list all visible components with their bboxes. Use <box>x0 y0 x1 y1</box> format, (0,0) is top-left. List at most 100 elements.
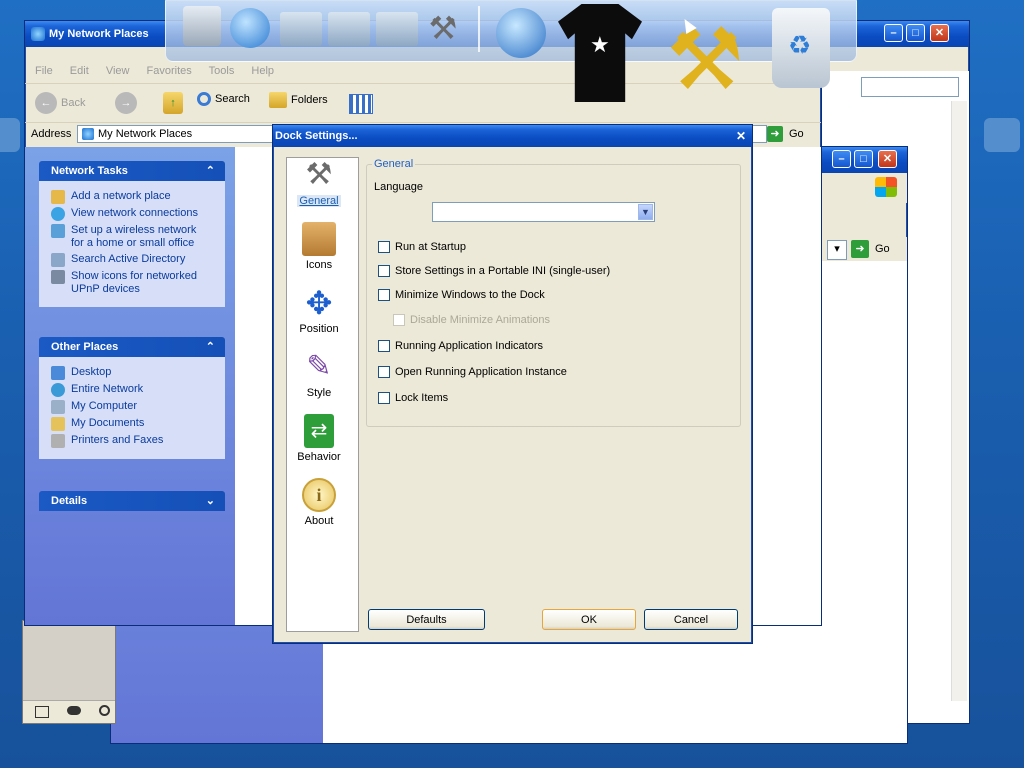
sidebar-item-icons[interactable]: Icons <box>286 222 352 271</box>
option-label: Store Settings in a Portable INI (single… <box>395 265 611 277</box>
back-label: Back <box>61 97 86 109</box>
upnp-devices-icon <box>51 270 65 284</box>
ok-button[interactable]: OK <box>542 609 636 630</box>
go-label[interactable]: Go <box>789 128 804 140</box>
option-open-running-instance[interactable]: Open Running Application Instance <box>378 366 567 378</box>
tools-dock-icon[interactable]: ⚒ <box>424 8 462 48</box>
go-arrow-icon[interactable]: ➜ <box>851 240 869 258</box>
search-button[interactable]: Search <box>197 92 250 106</box>
folder-dock-icon[interactable] <box>280 12 322 46</box>
checkbox[interactable] <box>378 366 390 378</box>
task-search-directory[interactable]: Search Active Directory <box>51 253 225 267</box>
menu-tools[interactable]: Tools <box>209 65 235 77</box>
network-tasks-header[interactable]: Network Tasks ⌃ <box>39 161 225 181</box>
go-label[interactable]: Go <box>875 243 890 255</box>
desktop-icon <box>51 366 65 380</box>
checkbox[interactable] <box>378 289 390 301</box>
task-setup-wireless[interactable]: Set up a wireless network for a home or … <box>51 224 225 250</box>
menu-view[interactable]: View <box>106 65 130 77</box>
power-icon[interactable] <box>99 705 110 716</box>
scrollbar[interactable] <box>951 101 967 701</box>
option-running-indicators[interactable]: Running Application Indicators <box>378 340 543 352</box>
menu-help[interactable]: Help <box>251 65 274 77</box>
close-button[interactable]: ✕ <box>878 150 897 168</box>
cloud-icon[interactable] <box>67 706 81 715</box>
checkbox[interactable] <box>378 392 390 404</box>
option-portable-ini[interactable]: Store Settings in a Portable INI (single… <box>378 265 610 277</box>
task-label: Set up a wireless network for a home or … <box>71 224 197 249</box>
place-my-documents[interactable]: My Documents <box>51 417 225 431</box>
minimize-button[interactable]: – <box>884 24 903 42</box>
search-label: Search <box>215 93 250 105</box>
collapse-chevron-icon[interactable]: ⌃ <box>206 337 215 357</box>
sidebar-item-style[interactable]: ✎ Style <box>286 350 352 399</box>
expand-chevron-icon[interactable]: ⌄ <box>206 491 215 511</box>
up-folder-icon[interactable]: ↑ <box>163 92 183 114</box>
dialog-close-icon[interactable]: ✕ <box>736 129 746 143</box>
task-add-network-place[interactable]: Add a network place <box>51 190 225 204</box>
checkbox[interactable] <box>378 265 390 277</box>
maximize-button[interactable]: □ <box>854 150 873 168</box>
details-header[interactable]: Details ⌄ <box>39 491 225 511</box>
task-view-connections[interactable]: View network connections <box>51 207 225 221</box>
option-disable-animations[interactable]: Disable Minimize Animations <box>393 314 550 326</box>
address-dropdown[interactable]: ▾ <box>827 240 847 260</box>
behavior-arrows-icon: ⇄ <box>304 414 334 448</box>
background-window-left <box>22 620 116 724</box>
task-label: Add a network place <box>71 190 171 202</box>
folders-button[interactable]: Folders <box>269 92 328 108</box>
defaults-button[interactable]: Defaults <box>368 609 485 630</box>
printers-icon <box>51 434 65 448</box>
maximize-button[interactable]: □ <box>906 24 925 42</box>
menu-edit[interactable]: Edit <box>70 65 89 77</box>
option-run-at-startup[interactable]: Run at Startup <box>378 241 466 253</box>
forward-arrow-icon[interactable]: → <box>115 92 137 114</box>
address-field[interactable] <box>861 77 959 97</box>
my-computer-icon <box>51 400 65 414</box>
sidebar-item-general[interactable]: ⚒ General <box>286 158 352 207</box>
globe-dock-icon[interactable] <box>230 8 270 48</box>
computer-dock-icon[interactable] <box>183 6 221 46</box>
sidebar-item-behavior[interactable]: ⇄ Behavior <box>286 414 352 463</box>
close-button[interactable]: ✕ <box>930 24 949 42</box>
network-globe-dock-icon[interactable] <box>496 8 546 58</box>
sidebar-item-position[interactable]: ✥ Position <box>286 286 352 335</box>
address-value: My Network Places <box>98 128 193 140</box>
recycle-bin-dock-icon[interactable]: ♻ <box>772 8 830 88</box>
place-my-computer[interactable]: My Computer <box>51 400 225 414</box>
sidebar-label: General <box>297 195 341 207</box>
place-printers[interactable]: Printers and Faxes <box>51 434 225 448</box>
other-places-body: Desktop Entire Network My Computer My Do… <box>39 357 225 459</box>
menu-favorites[interactable]: Favorites <box>147 65 192 77</box>
checkbox[interactable] <box>378 241 390 253</box>
pictures-folder-dock-icon[interactable] <box>376 12 418 46</box>
views-icon[interactable] <box>349 94 373 114</box>
minimize-button[interactable]: – <box>832 150 851 168</box>
language-select[interactable]: ▼ <box>432 202 655 222</box>
go-arrow-icon[interactable]: ➜ <box>767 126 783 142</box>
back-button[interactable]: ← Back <box>35 92 85 114</box>
checkbox[interactable] <box>378 340 390 352</box>
checkbox-disabled[interactable] <box>393 314 405 326</box>
paintbrush-icon: ✎ <box>306 350 332 383</box>
add-network-place-icon <box>51 190 65 204</box>
option-minimize-to-dock[interactable]: Minimize Windows to the Dock <box>378 289 545 301</box>
option-lock-items[interactable]: Lock Items <box>378 392 448 404</box>
option-label: Running Application Indicators <box>395 340 543 352</box>
task-label: Search Active Directory <box>71 253 186 265</box>
hammer-settings-dock-icon[interactable]: ⚒ <box>650 10 760 110</box>
language-label: Language <box>374 181 423 193</box>
place-entire-network[interactable]: Entire Network <box>51 383 225 397</box>
folder-dock-icon[interactable] <box>328 12 370 46</box>
collapse-chevron-icon[interactable]: ⌃ <box>206 161 215 181</box>
task-show-upnp[interactable]: Show icons for networked UPnP devices <box>51 270 225 296</box>
place-label: My Computer <box>71 400 138 412</box>
other-places-header[interactable]: Other Places ⌃ <box>39 337 225 357</box>
place-label: Entire Network <box>71 383 144 395</box>
place-desktop[interactable]: Desktop <box>51 366 225 380</box>
menu-file[interactable]: File <box>35 65 53 77</box>
sidebar-item-about[interactable]: i About <box>286 478 352 527</box>
windows-logo-icon <box>875 177 897 197</box>
cancel-button[interactable]: Cancel <box>644 609 738 630</box>
window-icon[interactable] <box>35 706 49 718</box>
